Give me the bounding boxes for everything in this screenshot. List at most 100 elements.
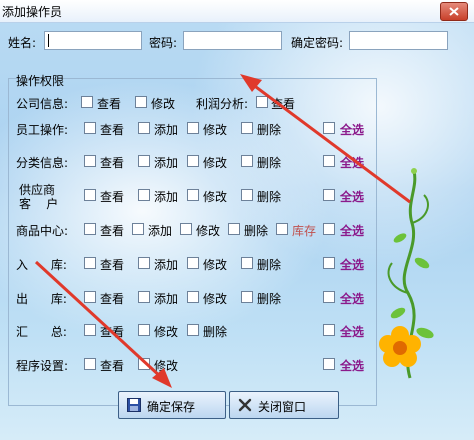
label-staff-view: 查看	[100, 123, 125, 137]
checkbox-category-add[interactable]	[138, 155, 150, 167]
checkbox-supplier-edit[interactable]	[187, 189, 199, 201]
checkbox-summary-edit[interactable]	[138, 324, 150, 336]
checkbox-summary-delete[interactable]	[187, 324, 199, 336]
label-stockin-add: 添加	[154, 258, 179, 272]
checkbox-products-stock[interactable]	[276, 223, 288, 235]
checkbox-supplier-delete[interactable]	[241, 189, 253, 201]
checkbox-supplier-view[interactable]	[84, 189, 96, 201]
checkbox-stockin-delete[interactable]	[241, 257, 253, 269]
label-summary-select-all: 全选	[340, 325, 365, 339]
checkbox-stockout-view[interactable]	[84, 291, 96, 303]
checkbox-staff-edit[interactable]	[187, 122, 199, 134]
label-category-select-all: 全选	[340, 156, 365, 170]
checkbox-category-delete[interactable]	[241, 155, 253, 167]
checkbox-stockout-delete[interactable]	[241, 291, 253, 303]
checkbox-profit-view[interactable]	[256, 96, 268, 108]
password-input[interactable]	[183, 31, 282, 50]
label-summary-delete: 删除	[203, 325, 228, 339]
label-stockout-edit: 修改	[203, 292, 228, 306]
row-label-summary: 汇 总:	[16, 325, 67, 339]
label-supplier-edit: 修改	[203, 190, 228, 204]
label-stockin-edit: 修改	[203, 258, 228, 272]
label-stockin-select-all: 全选	[340, 258, 365, 272]
label-stockout-view: 查看	[100, 292, 125, 306]
checkbox-summary-select-all[interactable]	[323, 324, 335, 336]
checkbox-products-delete[interactable]	[228, 223, 240, 235]
label-stockout-delete: 删除	[257, 292, 282, 306]
label-settings-edit: 修改	[154, 359, 179, 373]
label-stockout-add: 添加	[154, 292, 179, 306]
label-staff-delete: 删除	[257, 123, 282, 137]
save-button-label: 确定保存	[147, 400, 196, 414]
label-staff-edit: 修改	[203, 123, 228, 137]
checkbox-category-select-all[interactable]	[323, 155, 335, 167]
confirm-password-label: 确定密码:	[291, 36, 344, 50]
checkbox-category-edit[interactable]	[187, 155, 199, 167]
label-stockout-select-all: 全选	[340, 292, 365, 306]
checkbox-stockout-edit[interactable]	[187, 291, 199, 303]
save-button[interactable]: 确定保存	[118, 391, 226, 419]
checkbox-category-view[interactable]	[84, 155, 96, 167]
checkbox-stockin-view[interactable]	[84, 257, 96, 269]
label-settings-select-all: 全选	[340, 359, 365, 373]
label-company-edit: 修改	[151, 97, 176, 111]
checkbox-stockin-add[interactable]	[138, 257, 150, 269]
checkbox-stockout-add[interactable]	[138, 291, 150, 303]
title-bar: 添加操作员	[0, 0, 474, 23]
label-products-edit: 修改	[196, 224, 221, 238]
label-stockin-delete: 删除	[257, 258, 282, 272]
checkbox-stockin-edit[interactable]	[187, 257, 199, 269]
checkbox-stockout-select-all[interactable]	[323, 291, 335, 303]
checkbox-settings-edit[interactable]	[138, 358, 150, 370]
label-settings-view: 查看	[100, 359, 125, 373]
row-label-settings: 程序设置:	[16, 359, 69, 373]
row-label-supplier-line2: 客 户	[19, 197, 59, 211]
close-window-button[interactable]	[440, 2, 468, 21]
checkbox-staff-delete[interactable]	[241, 122, 253, 134]
checkbox-products-select-all[interactable]	[323, 223, 335, 235]
dialog-body: 姓名: 密码: 确定密码: 操作权限 公司信息: 查看 修改 利润分析: 查看 …	[0, 23, 474, 440]
label-category-edit: 修改	[203, 156, 228, 170]
label-supplier-add: 添加	[154, 190, 179, 204]
label-category-add: 添加	[154, 156, 179, 170]
checkbox-stockin-select-all[interactable]	[323, 257, 335, 269]
save-icon	[127, 398, 141, 412]
checkbox-staff-add[interactable]	[138, 122, 150, 134]
label-summary-edit: 修改	[154, 325, 179, 339]
label-staff-add: 添加	[154, 123, 179, 137]
checkbox-products-add[interactable]	[132, 223, 144, 235]
x-icon	[238, 398, 252, 412]
name-input[interactable]	[44, 31, 142, 50]
checkbox-company-view[interactable]	[81, 96, 93, 108]
checkbox-company-edit[interactable]	[135, 96, 147, 108]
label-company-view: 查看	[97, 97, 122, 111]
checkbox-products-edit[interactable]	[180, 223, 192, 235]
checkbox-settings-view[interactable]	[84, 358, 96, 370]
checkbox-products-view[interactable]	[84, 223, 96, 235]
row-label-profit: 利润分析:	[196, 97, 249, 111]
label-category-delete: 删除	[257, 156, 282, 170]
permissions-legend: 操作权限	[16, 74, 65, 88]
confirm-password-input[interactable]	[349, 31, 448, 50]
window-title: 添加操作员	[2, 5, 63, 19]
close-button-label: 关闭窗口	[258, 400, 307, 414]
label-products-select-all: 全选	[340, 224, 365, 238]
checkbox-staff-view[interactable]	[84, 122, 96, 134]
close-window-btn[interactable]: 关闭窗口	[229, 391, 339, 419]
label-products-delete: 删除	[244, 224, 269, 238]
label-summary-view: 查看	[100, 325, 125, 339]
row-label-products: 商品中心:	[16, 224, 69, 238]
checkbox-summary-view[interactable]	[84, 324, 96, 336]
label-products-view: 查看	[100, 224, 125, 238]
label-supplier-select-all: 全选	[340, 190, 365, 204]
label-staff-select-all: 全选	[340, 123, 365, 137]
label-products-add: 添加	[148, 224, 173, 238]
checkbox-staff-select-all[interactable]	[323, 122, 335, 134]
password-label: 密码:	[149, 36, 178, 50]
checkbox-supplier-select-all[interactable]	[323, 189, 335, 201]
row-label-staff: 员工操作:	[16, 123, 69, 137]
label-supplier-view: 查看	[100, 190, 125, 204]
checkbox-supplier-add[interactable]	[138, 189, 150, 201]
checkbox-settings-select-all[interactable]	[323, 358, 335, 370]
row-label-stock-out: 出 库:	[16, 292, 67, 306]
